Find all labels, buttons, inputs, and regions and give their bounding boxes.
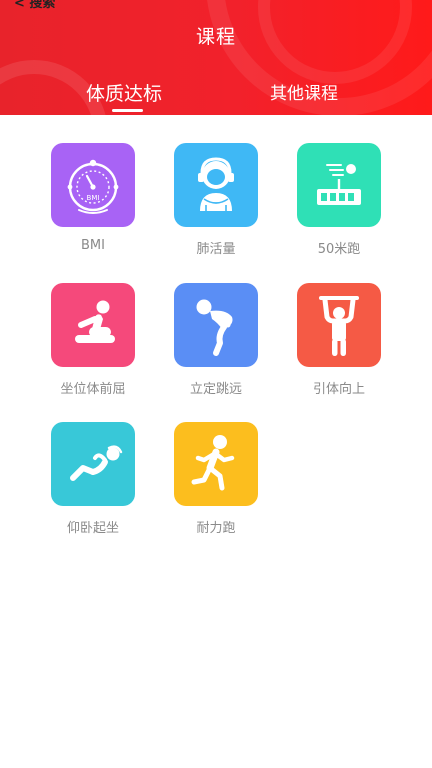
page-title: 课程	[195, 26, 236, 48]
course-label-bmi: BMI	[81, 238, 105, 253]
header-bar: < 搜索 课程 体质达标 其他课程	[0, 0, 432, 115]
standing-jump-icon	[196, 299, 233, 356]
back-link[interactable]: < 搜索	[14, 0, 55, 11]
course-label-endurance-run: 耐力跑	[196, 521, 236, 536]
pull-up-tile	[297, 283, 381, 367]
sit-up-icon	[70, 445, 123, 481]
tab-fitness-standards[interactable]: 体质达标	[86, 79, 162, 106]
lung-capacity-tile	[174, 143, 258, 227]
course-label-sit-and-reach: 坐位体前屈	[60, 382, 126, 397]
bmi-tile-text: BMI	[87, 194, 100, 202]
running-figure-icon	[191, 435, 235, 491]
sit-and-reach-icon	[75, 300, 115, 343]
course-pull-up[interactable]: 引体向上	[283, 283, 393, 403]
standing-jump-tile	[174, 283, 258, 367]
course-lung-capacity[interactable]: 肺活量	[160, 143, 270, 263]
bmi-gauge-icon: BMI	[67, 159, 119, 214]
active-tab-indicator	[112, 109, 143, 112]
sit-and-reach-tile	[51, 283, 135, 367]
course-50m-sprint[interactable]: 50米跑	[283, 143, 393, 263]
course-standing-jump[interactable]: 立定跳远	[160, 283, 270, 403]
sit-up-tile	[51, 422, 135, 506]
sprint-tile	[297, 143, 381, 227]
pull-up-icon	[319, 296, 359, 356]
course-endurance-run[interactable]: 耐力跑	[160, 422, 270, 542]
endurance-run-tile	[174, 422, 258, 506]
sprint-track-icon	[317, 164, 361, 205]
spirometer-person-icon	[198, 157, 234, 211]
course-label-pull-up: 引体向上	[312, 382, 365, 397]
course-label-lung-capacity: 肺活量	[196, 242, 236, 257]
course-bmi[interactable]: BMI BMI	[37, 143, 147, 263]
tab-other-courses[interactable]: 其他课程	[270, 79, 338, 104]
course-sit-up[interactable]: 仰卧起坐	[37, 422, 147, 542]
course-sit-and-reach[interactable]: 坐位体前屈	[37, 283, 147, 403]
course-label-standing-jump: 立定跳远	[189, 382, 242, 397]
course-label-sit-up: 仰卧起坐	[66, 521, 119, 536]
bmi-tile: BMI	[51, 143, 135, 227]
course-label-50m-sprint: 50米跑	[317, 242, 361, 257]
